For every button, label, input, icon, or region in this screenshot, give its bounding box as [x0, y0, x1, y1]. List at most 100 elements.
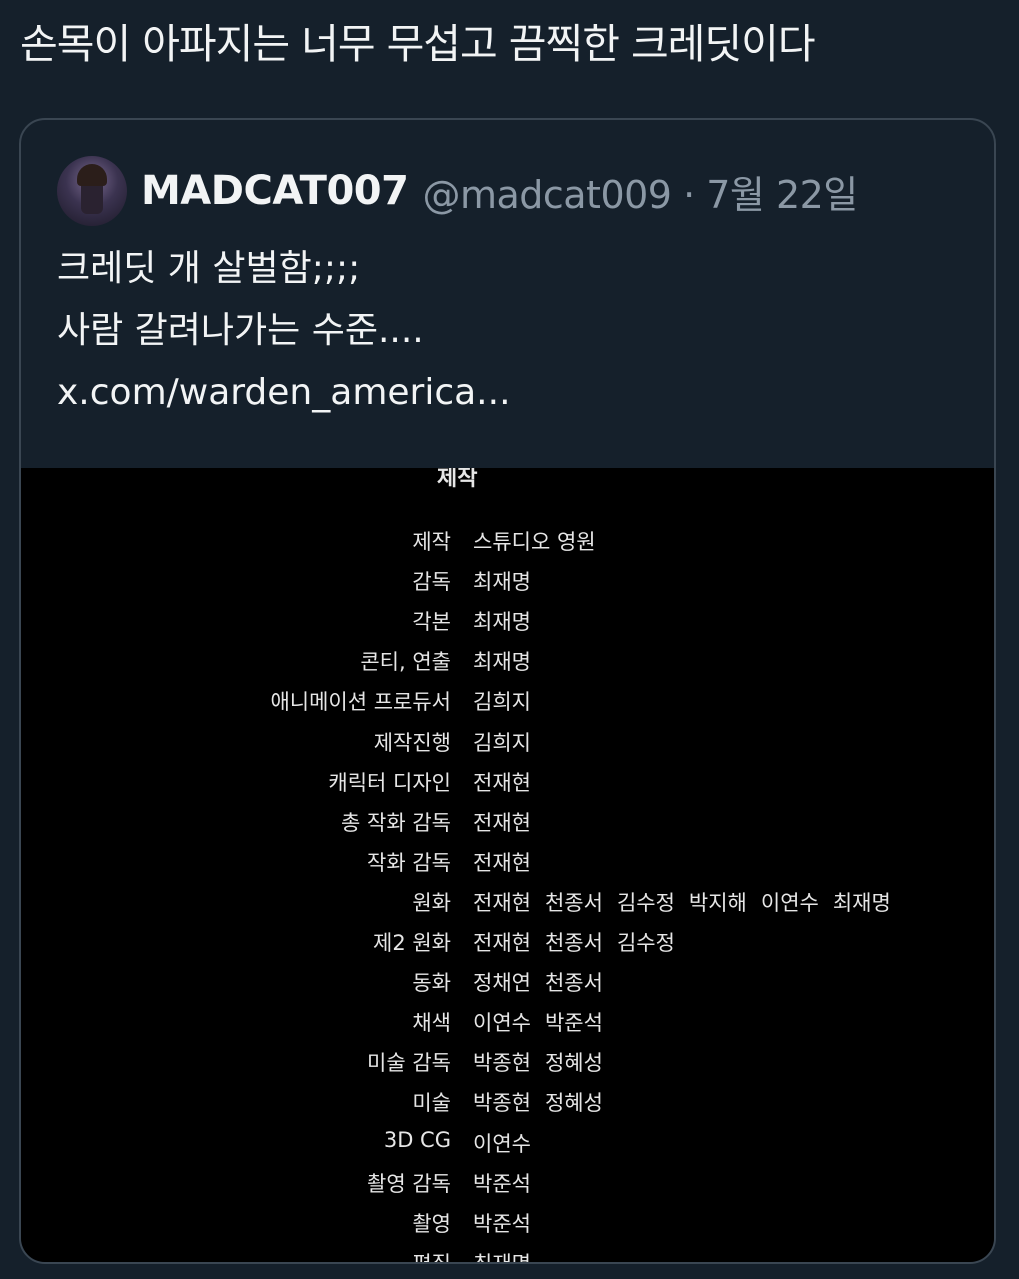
credit-row: 작화 감독 전재현 — [21, 841, 994, 881]
credit-row: 미술 감독 박종현 정혜성 — [21, 1041, 994, 1081]
credit-row: 총 작화 감독 전재현 — [21, 801, 994, 841]
credit-role: 작화 감독 — [367, 850, 451, 875]
credit-names: 전재현 — [473, 807, 545, 837]
avatar-hair — [77, 164, 107, 186]
credit-row: 촬영 박준석 — [21, 1202, 994, 1242]
credit-name: 김수정 — [616, 931, 675, 955]
credit-name: 천종서 — [544, 931, 603, 955]
credit-names: 박준석 — [473, 1168, 545, 1198]
credit-row: 채색 이연수 박준석 — [21, 1001, 994, 1041]
credit-role: 제작 — [412, 530, 451, 554]
credit-row: 제2 원화 전재현 천종서 김수정 — [21, 921, 994, 961]
credit-row: 원화 전재현 천종서 김수정 박지해 이연수 최재명 — [21, 881, 994, 921]
credit-role: 촬영 감독 — [367, 1171, 451, 1196]
credit-role: 원화 — [412, 890, 451, 915]
credit-name: 전재현 — [473, 770, 531, 795]
credit-name: 스튜디오 영원 — [473, 530, 596, 554]
credit-role: 동화 — [412, 971, 451, 996]
credit-row: 제작 스튜디오 영원 — [21, 520, 994, 560]
credit-name: 최재명 — [473, 650, 531, 675]
credit-names: 스튜디오 영원 — [473, 526, 610, 556]
credit-name: 박준석 — [473, 1171, 531, 1196]
credit-role: 채색 — [412, 1011, 451, 1036]
credit-names: 박종현 정혜성 — [473, 1047, 617, 1077]
credit-row: 제작진행 김희지 — [21, 721, 994, 761]
handle-and-date[interactable]: @madcat009 · 7월 22일 — [422, 164, 858, 219]
avatar[interactable] — [57, 156, 127, 226]
credit-role: 각본 — [412, 610, 451, 635]
credit-name: 김희지 — [473, 730, 531, 755]
quoted-tweet-card[interactable]: MADCAT007 @madcat009 · 7월 22일 크레딧 개 살벌함;… — [19, 118, 996, 1264]
credit-name: 박지해 — [688, 890, 747, 915]
credit-name: 박준석 — [473, 1211, 531, 1236]
credit-names: 이연수 — [473, 1128, 545, 1158]
credit-names: 정채연 천종서 — [473, 967, 617, 997]
credit-names: 박준석 — [473, 1208, 545, 1238]
credit-name: 전재현 — [473, 890, 531, 915]
credit-name: 정혜성 — [544, 1091, 603, 1116]
credit-names: 전재현 — [473, 847, 545, 877]
credit-name: 최재명 — [473, 570, 531, 595]
credit-row: 콘티, 연출 최재명 — [21, 640, 994, 680]
credit-row: 캐릭터 디자인 전재현 — [21, 761, 994, 801]
credit-role: 3D CG — [383, 1127, 451, 1152]
credit-name: 최재명 — [473, 610, 531, 635]
credit-name: 박준석 — [544, 1011, 603, 1036]
credit-names: 최재명 — [473, 606, 545, 636]
tweet-text: 손목이 아파지는 너무 무섭고 끔찍한 크레딧이다 — [20, 20, 816, 68]
credit-name: 전재현 — [473, 850, 531, 875]
credit-role: 편집 — [412, 1248, 451, 1262]
credit-name: 정채연 — [473, 971, 531, 996]
credit-name: 이연수 — [760, 890, 819, 915]
credit-row: 미술 박종현 정혜성 — [21, 1081, 994, 1121]
credit-name: 전재현 — [473, 931, 531, 955]
credit-name: 정혜성 — [544, 1051, 603, 1076]
media-image[interactable]: 제작 제작 스튜디오 영원 감독 최재명 각본 최재명 콘티, 연출 최재명 애니메이션 프로듀… — [21, 468, 994, 1262]
credit-name: 이연수 — [473, 1011, 531, 1036]
credit-name: 최재명 — [473, 1248, 531, 1262]
credit-name: 최재명 — [832, 890, 891, 915]
credit-names: 김희지 — [473, 686, 545, 716]
display-name[interactable]: MADCAT007 — [141, 168, 409, 214]
credit-names: 전재현 천종서 김수정 박지해 이연수 최재명 — [473, 887, 905, 917]
credit-names: 전재현 천종서 김수정 — [473, 927, 689, 957]
credit-row: 감독 최재명 — [21, 560, 994, 600]
credit-name: 박종현 — [473, 1051, 531, 1076]
credit-name: 천종서 — [544, 890, 603, 915]
credit-names: 최재명 — [473, 646, 545, 676]
quoted-tweet-header: MADCAT007 @madcat009 · 7월 22일 — [57, 156, 858, 226]
credit-role: 제작진행 — [373, 730, 451, 755]
credit-role: 캐릭터 디자인 — [328, 770, 451, 795]
credit-role: 콘티, 연출 — [360, 650, 451, 675]
credit-role: 미술 — [412, 1091, 451, 1116]
credit-names: 박종현 정혜성 — [473, 1087, 617, 1117]
credit-names: 최재명 — [473, 1248, 545, 1262]
credit-role: 감독 — [412, 570, 451, 595]
credits-heading-partial: 제작 — [437, 468, 478, 491]
body-line: 사람 갈려나가는 수준.... — [57, 310, 424, 351]
credit-names: 이연수 박준석 — [473, 1007, 617, 1037]
credit-name: 천종서 — [544, 971, 603, 996]
credit-names: 김희지 — [473, 727, 545, 757]
credit-row: 각본 최재명 — [21, 600, 994, 640]
credit-row: 동화 정채연 천종서 — [21, 961, 994, 1001]
quoted-tweet-body: 크레딧 개 살벌함;;;; 사람 갈려나가는 수준.... x.com/ward… — [57, 238, 511, 424]
credit-name: 전재현 — [473, 810, 531, 835]
credit-name: 김희지 — [473, 690, 531, 715]
credit-name: 박종현 — [473, 1091, 531, 1116]
credit-role: 제2 원화 — [373, 931, 451, 955]
credit-names: 최재명 — [473, 566, 545, 596]
credit-role: 애니메이션 프로듀서 — [270, 690, 451, 715]
credit-row: 편집 최재명 — [21, 1242, 994, 1262]
credit-row: 3D CG 이연수 — [21, 1122, 994, 1162]
credit-name: 이연수 — [473, 1131, 531, 1156]
credit-role: 촬영 — [412, 1211, 451, 1236]
credit-row: 애니메이션 프로듀서 김희지 — [21, 680, 994, 720]
credit-names: 전재현 — [473, 767, 545, 797]
body-link[interactable]: x.com/warden_america... — [57, 362, 511, 424]
credit-role: 총 작화 감독 — [341, 810, 451, 835]
credit-row: 촬영 감독 박준석 — [21, 1162, 994, 1202]
body-line: 크레딧 개 살벌함;;;; — [57, 248, 361, 289]
credit-name: 김수정 — [616, 890, 675, 915]
credit-role: 미술 감독 — [367, 1051, 451, 1076]
